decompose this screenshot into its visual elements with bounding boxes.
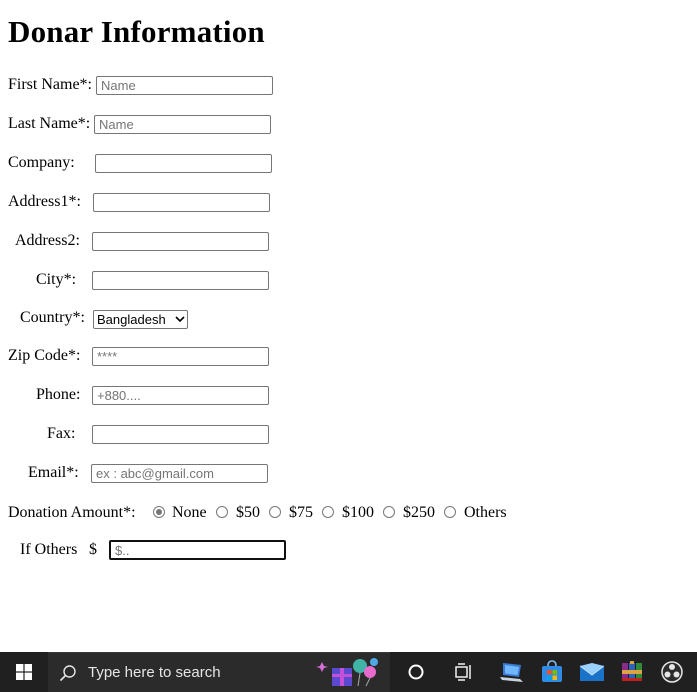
donation-radio-100[interactable] xyxy=(322,506,334,518)
email-label: Email*: xyxy=(28,464,79,481)
address2-label: Address2: xyxy=(15,232,80,249)
donation-radio-250[interactable] xyxy=(383,506,395,518)
obs-icon[interactable] xyxy=(652,652,692,692)
phone-label: Phone: xyxy=(36,386,81,403)
address1-label: Address1*: xyxy=(8,193,81,210)
company-input[interactable] xyxy=(95,154,272,173)
donor-form-page: Donar Information First Name*: Last Name… xyxy=(0,0,697,652)
search-highlight-gifts-icon xyxy=(316,656,382,690)
country-label: Country*: xyxy=(20,309,85,326)
city-input[interactable] xyxy=(92,271,269,290)
cortana-circle-icon[interactable] xyxy=(396,652,436,692)
email-input[interactable] xyxy=(91,464,268,483)
mail-icon[interactable] xyxy=(572,652,612,692)
donation-option-label: $50 xyxy=(236,504,260,521)
windows-taskbar: Type here to search xyxy=(0,652,697,692)
donation-radio-none[interactable] xyxy=(153,506,165,518)
page-title: Donar Information xyxy=(8,14,265,49)
country-selected-value: Bangladesh xyxy=(97,312,166,327)
first-name-input[interactable] xyxy=(96,76,273,95)
donation-option-label: $250 xyxy=(403,504,435,521)
winrar-icon[interactable] xyxy=(612,652,652,692)
zip-code-input[interactable] xyxy=(92,347,269,366)
store-icon[interactable] xyxy=(532,652,572,692)
taskbar-search-box[interactable]: Type here to search xyxy=(48,652,390,692)
donation-option-label: $100 xyxy=(342,504,374,521)
zip-code-label: Zip Code*: xyxy=(8,347,81,364)
address2-input[interactable] xyxy=(92,232,269,251)
donation-option-label: $75 xyxy=(289,504,313,521)
last-name-label: Last Name*: xyxy=(8,115,91,132)
fax-label: Fax: xyxy=(47,425,76,442)
windows-start-icon[interactable] xyxy=(0,652,48,692)
task-view-icon[interactable] xyxy=(444,652,484,692)
last-name-input[interactable] xyxy=(94,115,271,134)
city-label: City*: xyxy=(36,271,77,288)
if-others-label: If Others xyxy=(20,541,78,558)
chevron-down-icon xyxy=(173,313,187,327)
first-name-label: First Name*: xyxy=(8,76,92,93)
laptop-app-icon[interactable] xyxy=(492,652,532,692)
phone-input[interactable] xyxy=(92,386,269,405)
company-label: Company: xyxy=(8,154,75,171)
search-placeholder: Type here to search xyxy=(88,664,221,681)
donation-radio-others[interactable] xyxy=(444,506,456,518)
search-icon xyxy=(48,664,88,682)
donation-radio-50[interactable] xyxy=(216,506,228,518)
address1-input[interactable] xyxy=(93,193,270,212)
currency-symbol: $ xyxy=(89,541,97,558)
country-select[interactable]: Bangladesh xyxy=(93,310,188,329)
donation-option-label: Others xyxy=(464,504,507,521)
fax-input[interactable] xyxy=(92,425,269,444)
donation-option-label: None xyxy=(172,504,207,521)
other-amount-input[interactable] xyxy=(109,540,286,560)
donation-amount-label: Donation Amount*: xyxy=(8,504,136,521)
donation-radio-75[interactable] xyxy=(269,506,281,518)
